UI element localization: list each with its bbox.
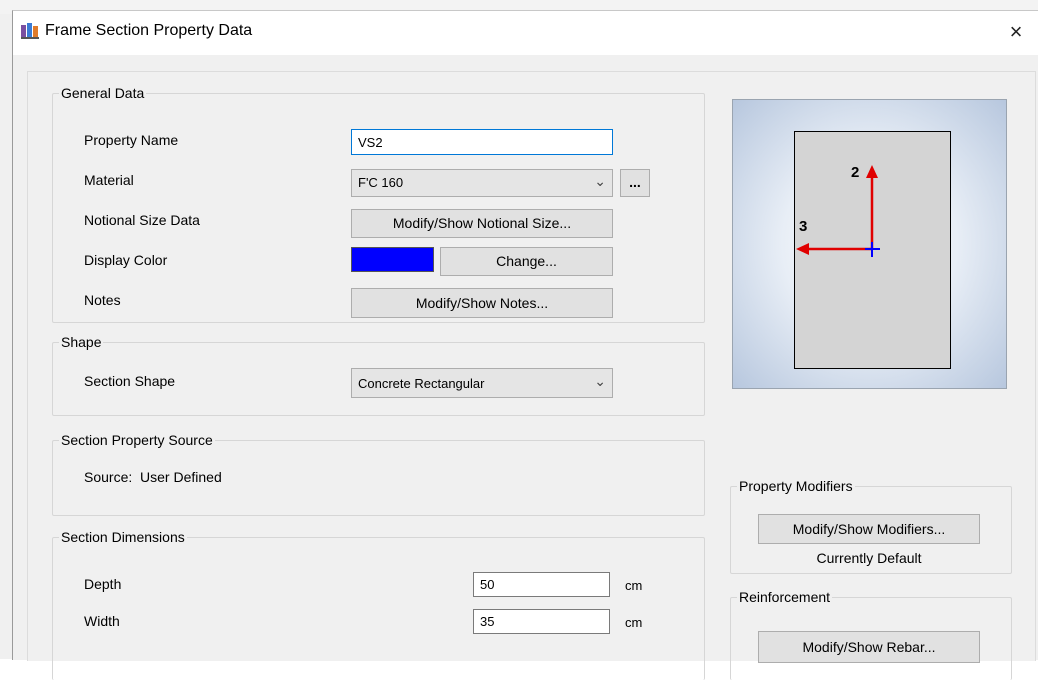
section-dimensions-group: Section Dimensions Depth cm Width cm xyxy=(52,529,705,680)
reinforcement-group: Reinforcement Modify/Show Rebar... xyxy=(730,589,1012,680)
material-dropdown[interactable]: F'C 160 ⌄ xyxy=(351,169,613,197)
frame-section-dialog: Frame Section Property Data × General Da… xyxy=(12,10,1038,680)
axis-2-label: 2 xyxy=(851,164,860,181)
section-preview: 2 3 xyxy=(732,99,1007,389)
depth-unit: cm xyxy=(625,578,643,593)
display-color-label: Display Color xyxy=(84,252,168,268)
modifiers-status: Currently Default xyxy=(816,550,922,566)
width-input[interactable] xyxy=(473,609,610,634)
material-browse-button[interactable]: ... xyxy=(620,169,650,197)
close-icon[interactable]: × xyxy=(1001,19,1031,45)
modify-rebar-button[interactable]: Modify/Show Rebar... xyxy=(758,631,980,663)
section-property-source-group: Section Property Source Source: User Def… xyxy=(52,432,705,516)
axis-2-arrowhead xyxy=(866,165,878,178)
notes-label: Notes xyxy=(84,292,121,308)
title-bar[interactable]: Frame Section Property Data × xyxy=(13,11,1038,55)
section-shape-label: Section Shape xyxy=(84,373,176,389)
width-label: Width xyxy=(84,613,120,629)
property-modifiers-group: Property Modifiers Modify/Show Modifiers… xyxy=(730,478,1012,574)
property-name-input[interactable] xyxy=(351,129,613,155)
section-property-source-legend: Section Property Source xyxy=(61,432,213,448)
section-dimensions-legend: Section Dimensions xyxy=(61,529,185,545)
display-color-swatch[interactable] xyxy=(351,247,434,272)
notional-size-label: Notional Size Data xyxy=(84,212,200,228)
source-text: Source: User Defined xyxy=(84,469,222,485)
frame-section-app-icon xyxy=(21,23,39,39)
general-data-legend: General Data xyxy=(61,85,145,101)
depth-input[interactable] xyxy=(473,572,610,597)
chevron-down-icon: ⌄ xyxy=(594,373,606,389)
modify-notes-button[interactable]: Modify/Show Notes... xyxy=(351,288,613,318)
dialog-client-area: General Data Property Name Material F'C … xyxy=(27,71,1036,680)
material-selected-value: F'C 160 xyxy=(358,175,404,190)
change-color-button[interactable]: Change... xyxy=(440,247,613,276)
modify-notional-size-button[interactable]: Modify/Show Notional Size... xyxy=(351,209,613,238)
width-unit: cm xyxy=(625,615,643,630)
section-shape-dropdown[interactable]: Concrete Rectangular ⌄ xyxy=(351,368,613,398)
axis-3-arrowhead xyxy=(796,243,809,255)
reinforcement-legend: Reinforcement xyxy=(739,589,831,605)
chevron-down-icon: ⌄ xyxy=(594,173,606,189)
local-axes-diagram xyxy=(796,165,880,257)
axis-3-label: 3 xyxy=(799,218,808,235)
window-title: Frame Section Property Data xyxy=(45,22,253,39)
modify-modifiers-button[interactable]: Modify/Show Modifiers... xyxy=(758,514,980,544)
property-name-label: Property Name xyxy=(84,132,179,148)
section-shape-selected-value: Concrete Rectangular xyxy=(358,376,485,391)
shape-legend: Shape xyxy=(61,334,102,350)
material-label: Material xyxy=(84,172,134,188)
general-data-group: General Data Property Name Material F'C … xyxy=(52,85,705,323)
property-modifiers-legend: Property Modifiers xyxy=(739,478,853,494)
shape-group: Shape Section Shape Concrete Rectangular… xyxy=(52,334,705,416)
depth-label: Depth xyxy=(84,576,122,592)
background-app-edge xyxy=(0,14,12,659)
